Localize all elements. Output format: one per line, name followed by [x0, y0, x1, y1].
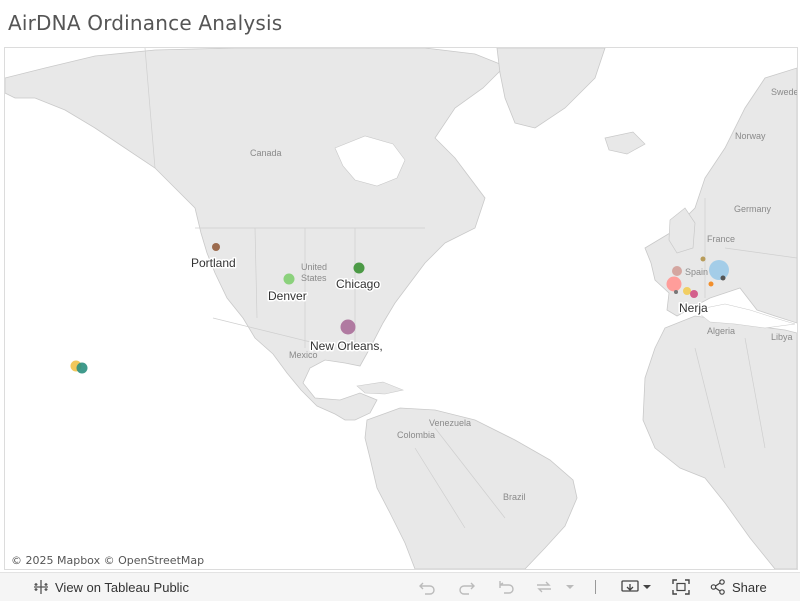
- map-attribution: © 2025 Mapbox © OpenStreetMap: [9, 554, 207, 567]
- marker-new-orleans[interactable]: [340, 319, 356, 335]
- map-canvas[interactable]: Canada United States Mexico Venezuela Co…: [5, 48, 797, 569]
- country-label-france: France: [707, 234, 735, 244]
- redo-icon: [459, 582, 475, 595]
- revert-icon: [499, 581, 514, 594]
- country-label-sweden: Swede: [771, 87, 797, 97]
- marker-hawaii-2[interactable]: [76, 362, 88, 374]
- undo-icon: [419, 582, 435, 595]
- marker-spain-8[interactable]: [700, 256, 706, 262]
- country-label-brazil: Brazil: [503, 492, 526, 502]
- marker-portland[interactable]: [212, 243, 220, 251]
- marker-spain-2[interactable]: [720, 275, 726, 281]
- country-label-algeria: Algeria: [707, 326, 735, 336]
- chevron-down-icon: [643, 585, 651, 589]
- city-label-portland: Portland: [191, 256, 236, 270]
- marker-spain-4[interactable]: [666, 276, 682, 292]
- country-label-germany: Germany: [734, 204, 772, 214]
- marker-spain-1[interactable]: [709, 260, 729, 280]
- country-label-spain: Spain: [685, 267, 708, 277]
- download-icon: [621, 580, 639, 592]
- country-label-libya: Libya: [771, 332, 793, 342]
- city-label-nerja: Nerja: [679, 301, 708, 315]
- city-label-denver: Denver: [268, 289, 307, 303]
- country-label-colombia: Colombia: [397, 430, 435, 440]
- toolbar-divider: [595, 580, 596, 594]
- marker-spain-7[interactable]: [708, 281, 714, 287]
- country-label-norway: Norway: [735, 131, 766, 141]
- marker-spain-6[interactable]: [690, 290, 698, 298]
- share-icon: [710, 579, 725, 595]
- redo-button[interactable]: [458, 573, 476, 601]
- revert-button[interactable]: [497, 573, 515, 601]
- tableau-toolbar: View on Tableau Public Share: [0, 572, 800, 601]
- page-title: AirDNA Ordinance Analysis: [8, 11, 283, 35]
- map-view[interactable]: Canada United States Mexico Venezuela Co…: [4, 47, 798, 570]
- share-label: Share: [732, 579, 767, 595]
- city-label-new-orleans: New Orleans,: [310, 339, 383, 353]
- fullscreen-button[interactable]: [672, 573, 690, 601]
- country-label-states: States: [301, 273, 327, 283]
- refresh-menu-button[interactable]: [565, 573, 575, 601]
- share-button[interactable]: Share: [710, 573, 767, 601]
- undo-button[interactable]: [418, 573, 436, 601]
- marker-spain-9[interactable]: [674, 290, 678, 294]
- marker-chicago[interactable]: [353, 262, 365, 274]
- city-label-chicago: Chicago: [336, 277, 380, 291]
- chevron-down-icon: [566, 585, 574, 589]
- country-label-venezuela: Venezuela: [429, 418, 471, 428]
- marker-spain-3[interactable]: [672, 266, 682, 276]
- tableau-logo-icon: [34, 580, 48, 594]
- refresh-button[interactable]: [535, 573, 553, 601]
- fullscreen-icon: [672, 579, 690, 595]
- view-on-tableau-button[interactable]: View on Tableau Public: [33, 573, 189, 601]
- country-label-canada: Canada: [250, 148, 282, 158]
- marker-spain-5[interactable]: [683, 287, 691, 295]
- view-on-tableau-label: View on Tableau Public: [55, 579, 189, 595]
- download-button[interactable]: [621, 573, 652, 601]
- refresh-icon: [537, 581, 551, 593]
- country-label-united: United: [301, 262, 327, 272]
- marker-denver[interactable]: [283, 273, 295, 285]
